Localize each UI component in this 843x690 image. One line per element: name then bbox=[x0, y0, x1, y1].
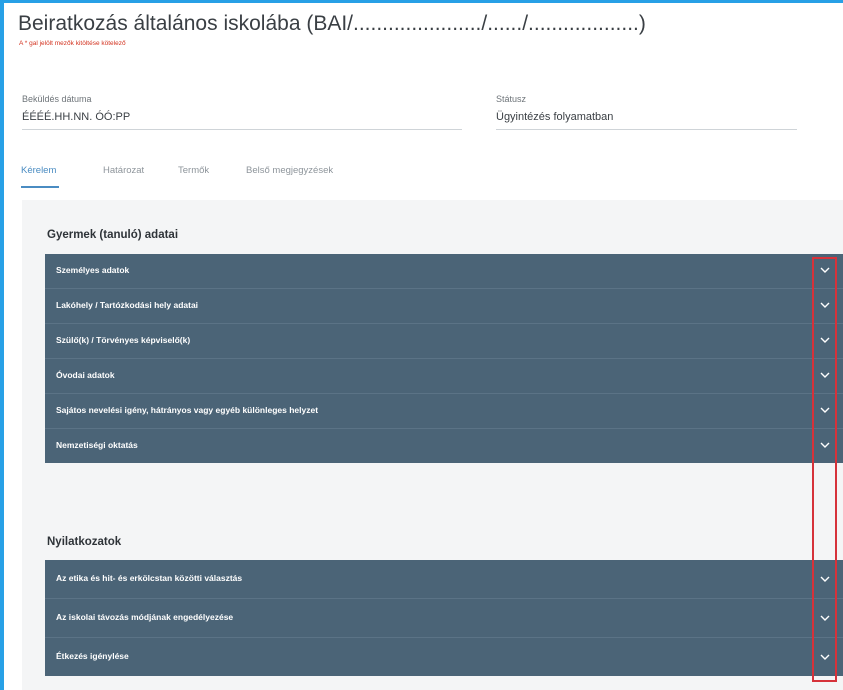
accordion-label: Az iskolai távozás módjának engedélyezés… bbox=[56, 612, 234, 622]
accordion-ethics-choice[interactable]: Az etika és hit- és erkölcstan közötti v… bbox=[45, 560, 843, 599]
accordion-special-needs[interactable]: Sajátos nevelési igény, hátrányos vagy e… bbox=[45, 394, 843, 429]
accordion-meal-request[interactable]: Étkezés igénylése bbox=[45, 638, 843, 676]
section-title-declarations: Nyilatkozatok bbox=[47, 536, 122, 548]
section-title-child-data: Gyermek (tanuló) adatai bbox=[47, 229, 179, 241]
accordion-group-declarations: Az etika és hit- és erkölcstan közötti v… bbox=[45, 560, 843, 676]
tab-termok[interactable]: Termők bbox=[178, 165, 209, 176]
accordion-kindergarten-data[interactable]: Óvodai adatok bbox=[45, 359, 843, 394]
accordion-label: Sajátos nevelési igény, hátrányos vagy e… bbox=[56, 405, 319, 415]
window-frame-left bbox=[0, 0, 4, 690]
status-field: Státusz Ügyintézés folyamatban bbox=[496, 94, 797, 130]
accordion-group-child-data: Személyes adatok Lakóhely / Tartózkodási… bbox=[45, 254, 843, 463]
submit-date-label: Beküldés dátuma bbox=[22, 94, 92, 104]
accordion-parents-guardians[interactable]: Szülő(k) / Törvényes képviselő(k) bbox=[45, 324, 843, 359]
accordion-label: Nemzetiségi oktatás bbox=[56, 440, 138, 450]
accordion-personal-data[interactable]: Személyes adatok bbox=[45, 254, 843, 289]
tab-kerelem[interactable]: Kérelem bbox=[21, 165, 56, 176]
required-fields-note: A * gal jelölt mezők kitöltése kötelező bbox=[19, 40, 126, 47]
accordion-label: Lakóhely / Tartózkodási hely adatai bbox=[56, 300, 199, 310]
active-tab-indicator bbox=[21, 186, 59, 188]
status-value: Ügyintézés folyamatban bbox=[496, 111, 797, 130]
accordion-label: Szülő(k) / Törvényes képviselő(k) bbox=[56, 335, 191, 345]
accordion-label: Személyes adatok bbox=[56, 265, 130, 275]
accordion-residence-data[interactable]: Lakóhely / Tartózkodási hely adatai bbox=[45, 289, 843, 324]
page-title: Beiratkozás általános iskolába (BAI/....… bbox=[18, 12, 646, 35]
window-frame-top bbox=[0, 0, 843, 3]
tab-belso-megjegyzesek[interactable]: Belső megjegyzések bbox=[246, 165, 333, 176]
accordion-nationality-education[interactable]: Nemzetiségi oktatás bbox=[45, 429, 843, 463]
tab-hatarozat[interactable]: Határozat bbox=[103, 165, 144, 176]
highlight-annotation-box bbox=[812, 257, 837, 682]
accordion-leaving-school[interactable]: Az iskolai távozás módjának engedélyezés… bbox=[45, 599, 843, 638]
accordion-label: Óvodai adatok bbox=[56, 370, 115, 380]
accordion-label: Étkezés igénylése bbox=[56, 651, 129, 661]
accordion-label: Az etika és hit- és erkölcstan közötti v… bbox=[56, 573, 243, 583]
submit-date-field: Beküldés dátuma ÉÉÉÉ.HH.NN. ÓÓ:PP bbox=[22, 94, 462, 130]
status-label: Státusz bbox=[496, 94, 527, 104]
submit-date-value: ÉÉÉÉ.HH.NN. ÓÓ:PP bbox=[22, 111, 462, 130]
